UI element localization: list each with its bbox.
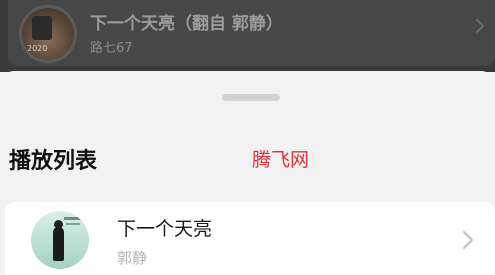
- now-playing-artist: 路七67: [90, 41, 133, 56]
- chevron-right-icon[interactable]: [475, 18, 485, 34]
- chevron-right-icon[interactable]: [462, 230, 474, 250]
- now-playing-cover: 2020: [19, 5, 77, 63]
- playlist-sheet: 播放列表 腾飞网 下一个天亮 郭静: [0, 71, 495, 275]
- now-playing-card[interactable]: 2020 下一个天亮（翻自 郭静） 路七67: [8, 0, 495, 66]
- playlist-screen: 2020 下一个天亮（翻自 郭静） 路七67 播放列表 腾飞网 下一个天亮 郭静: [0, 0, 495, 275]
- track-title: 下一个天亮: [117, 218, 213, 240]
- track-artist: 郭静: [117, 249, 148, 267]
- cover-art-figure: [32, 16, 52, 40]
- now-playing-bar[interactable]: 2020 下一个天亮（翻自 郭静） 路七67: [0, 0, 495, 72]
- cover-year-text: 2020: [27, 44, 48, 53]
- playlist-title: 播放列表: [9, 149, 98, 174]
- cover-text-mark: [64, 217, 84, 220]
- cover-text-mark: [66, 223, 80, 225]
- watermark-text: 腾飞网: [252, 149, 310, 171]
- playlist-track-item[interactable]: 下一个天亮 郭静: [5, 202, 495, 275]
- now-playing-title: 下一个天亮（翻自 郭静）: [90, 14, 283, 34]
- cover-figure-body: [53, 227, 64, 261]
- sheet-drag-handle[interactable]: [222, 94, 280, 101]
- track-cover: [31, 211, 89, 269]
